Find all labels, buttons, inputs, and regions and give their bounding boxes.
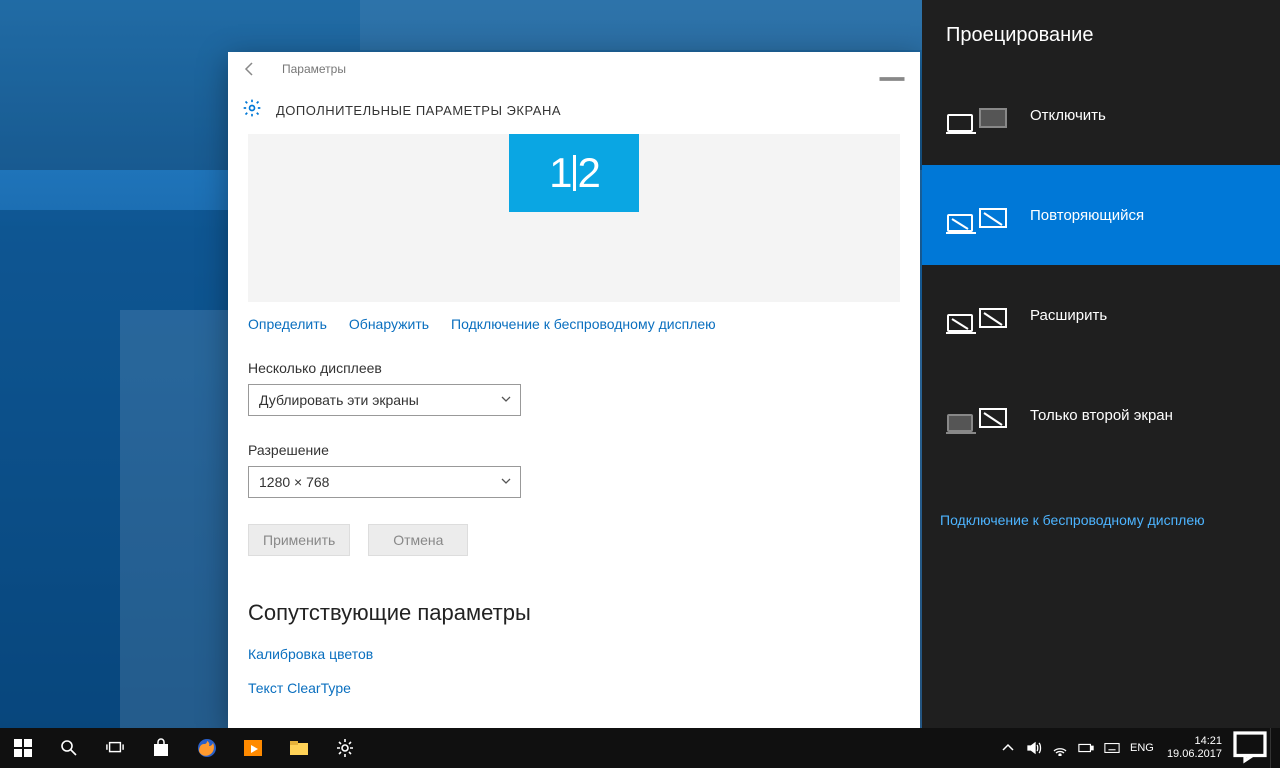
cancel-button[interactable]: Отмена [368,524,468,556]
explorer-icon[interactable] [276,728,322,768]
desktop: ∞VIARUM Параметры ДОПОЛНИТЕЛЬНЫЕ ПАРАМЕТ… [0,0,1280,768]
identify-link[interactable]: Определить [248,316,327,332]
clock-time: 14:21 [1167,735,1222,748]
titlebar: Параметры [228,52,920,86]
projection-wireless-link[interactable]: Подключение к беспроводному дисплею [940,512,1205,528]
related-heading: Сопутствующие параметры [248,600,900,626]
battery-icon[interactable] [1073,728,1099,768]
wireless-display-link[interactable]: Подключение к беспроводному дисплею [451,316,716,332]
chevron-down-icon [500,392,512,408]
second-only-icon [946,393,1008,437]
projection-label: Повторяющийся [1030,207,1144,224]
tray-chevron-icon[interactable] [995,728,1021,768]
resolution-label: Разрешение [248,442,900,458]
task-view-button[interactable] [92,728,138,768]
page-header: ДОПОЛНИТЕЛЬНЫЕ ПАРАМЕТРЫ ЭКРАНА [228,86,920,134]
duplicate-icon [946,193,1008,237]
action-center-icon[interactable] [1230,728,1270,768]
display-tile[interactable]: 12 [509,134,639,212]
clock[interactable]: 14:21 19.06.2017 [1159,735,1230,761]
resolution-value: 1280 × 768 [259,474,329,490]
clock-date: 19.06.2017 [1167,748,1222,761]
resolution-combo[interactable]: 1280 × 768 [248,466,521,498]
projection-label: Только второй экран [1030,407,1173,424]
apply-button[interactable]: Применить [248,524,350,556]
multiple-displays-label: Несколько дисплеев [248,360,900,376]
network-icon[interactable] [1047,728,1073,768]
projection-label: Отключить [1030,107,1106,124]
store-icon[interactable] [138,728,184,768]
projection-label: Расширить [1030,307,1107,324]
multiple-displays-value: Дублировать эти экраны [259,392,419,408]
color-calibration-link[interactable]: Калибровка цветов [248,646,900,662]
start-button[interactable] [0,728,46,768]
volume-icon[interactable] [1021,728,1047,768]
display-preview[interactable]: 12 [248,134,900,302]
settings-window: Параметры ДОПОЛНИТЕЛЬНЫЕ ПАРАМЕТРЫ ЭКРАН… [228,52,920,728]
multiple-displays-combo[interactable]: Дублировать эти экраны [248,384,521,416]
back-button[interactable] [236,55,264,83]
minimize-button[interactable] [872,55,912,83]
search-button[interactable] [46,728,92,768]
projection-item-duplicate[interactable]: Повторяющийся [922,165,1280,265]
media-player-icon[interactable] [230,728,276,768]
projection-panel: Проецирование Отключить Повторяющийся Ра… [922,0,1280,728]
detect-link[interactable]: Обнаружить [349,316,429,332]
gear-icon [242,98,262,123]
chevron-down-icon [500,474,512,490]
window-title: Параметры [282,62,346,76]
page-title: ДОПОЛНИТЕЛЬНЫЕ ПАРАМЕТРЫ ЭКРАНА [276,103,561,118]
cleartype-link[interactable]: Текст ClearType [248,680,900,696]
projection-title: Проецирование [922,0,1280,65]
firefox-icon[interactable] [184,728,230,768]
pc-only-icon [946,93,1008,137]
taskbar: ENG 14:21 19.06.2017 [0,728,1280,768]
language-indicator[interactable]: ENG [1125,742,1159,754]
projection-item-disconnect[interactable]: Отключить [922,65,1280,165]
show-desktop-button[interactable] [1270,728,1276,768]
settings-taskbar-icon[interactable] [322,728,368,768]
projection-item-second-only[interactable]: Только второй экран [922,365,1280,465]
projection-item-extend[interactable]: Расширить [922,265,1280,365]
extend-icon [946,293,1008,337]
keyboard-icon[interactable] [1099,728,1125,768]
